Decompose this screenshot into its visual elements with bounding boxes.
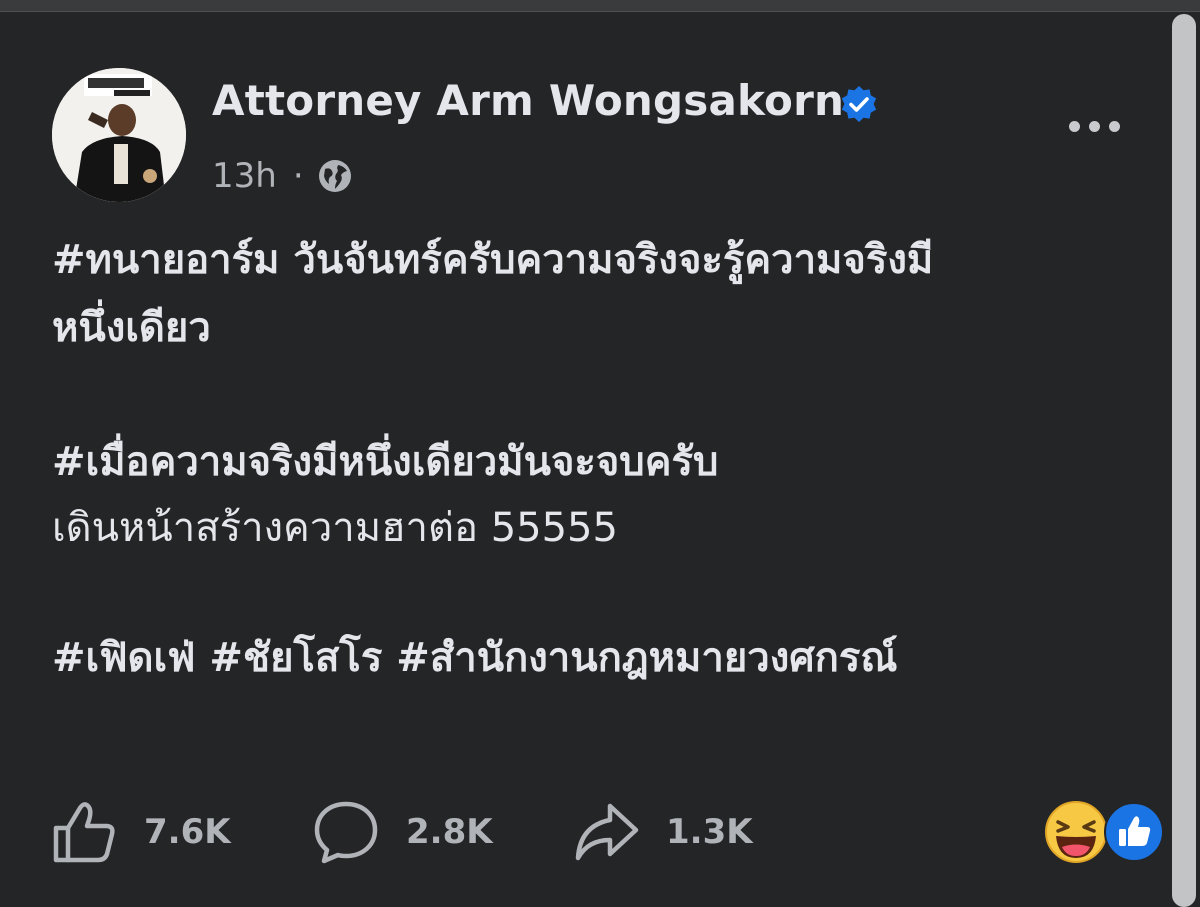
comment-icon: [314, 801, 378, 864]
more-dot: [1068, 120, 1080, 132]
share-count: 1.3K: [666, 812, 753, 852]
share-button[interactable]: 1.3K: [572, 796, 753, 868]
post-text-line-1: #ทนายอาร์ม วันจันทร์ครับความจริงจะรู้ควา…: [52, 237, 934, 283]
post-meta: 13h ·: [212, 156, 354, 196]
comment-button[interactable]: 2.8K: [312, 796, 493, 868]
comment-count: 2.8K: [406, 812, 493, 852]
share-icon: [575, 803, 639, 861]
hashtag-line[interactable]: #เมื่อความจริงมีหนึ่งเดียวมันจะจบครับ: [52, 438, 1132, 486]
like-count: 7.6K: [144, 812, 231, 852]
like-reaction-icon: [1104, 802, 1164, 862]
post-actions-bar: 7.6K 2.8K 1.3K: [0, 796, 1168, 868]
globe-icon[interactable]: [316, 157, 354, 195]
post-text-line-2: หนึ่งเดียว: [52, 305, 211, 351]
reactions-summary[interactable]: [1040, 800, 1164, 864]
haha-reaction-icon: [1045, 801, 1107, 863]
meta-separator: ·: [292, 156, 304, 196]
more-dot: [1088, 120, 1100, 132]
like-button[interactable]: 7.6K: [50, 796, 231, 868]
post-timestamp[interactable]: 13h: [212, 156, 277, 196]
more-options-button[interactable]: [1058, 104, 1130, 148]
hashtags-line[interactable]: #เฟิดเฟ่ #ชัยโสโร #สำนักงานกฎหมายวงศกรณ์: [52, 634, 1132, 682]
scrollbar-thumb[interactable]: [1172, 14, 1196, 907]
thumbs-up-icon: [53, 802, 115, 863]
avatar-image: [52, 68, 186, 202]
author-avatar[interactable]: [52, 68, 186, 202]
verified-badge-icon: [841, 86, 877, 122]
window-top-border: [0, 0, 1200, 12]
post-text-line-4: เดินหน้าสร้างความฮาต่อ 55555: [52, 505, 618, 551]
more-dot: [1108, 120, 1120, 132]
author-name[interactable]: Attorney Arm Wongsakorn: [212, 76, 844, 125]
